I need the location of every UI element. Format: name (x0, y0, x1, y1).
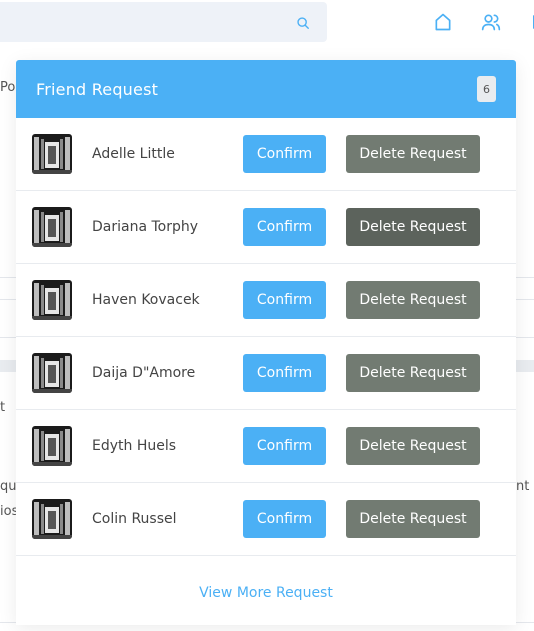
avatar[interactable] (32, 134, 72, 174)
friend-request-row: Haven Kovacek Confirm Delete Request (16, 264, 516, 337)
requester-name[interactable]: Adelle Little (92, 146, 175, 162)
friend-request-dropdown: Friend Request 6 Adelle Little Confirm Del… (16, 60, 516, 625)
background-text: qu (0, 479, 17, 494)
friend-request-list: Adelle Little Confirm Delete Request Darian… (16, 118, 516, 556)
friend-request-header: Friend Request 6 (16, 60, 516, 118)
search-icon[interactable] (296, 16, 310, 30)
background-text: nt (516, 479, 530, 494)
search-input[interactable] (0, 2, 280, 42)
confirm-button[interactable]: Confirm (243, 500, 326, 538)
friend-request-title: Friend Request (36, 79, 159, 99)
menu-icon[interactable] (528, 12, 534, 32)
delete-request-button[interactable]: Delete Request (346, 500, 480, 538)
confirm-button[interactable]: Confirm (243, 354, 326, 392)
confirm-button[interactable]: Confirm (243, 427, 326, 465)
background-text: t (0, 400, 6, 415)
view-more-request-link[interactable]: View More Request (16, 585, 516, 601)
friend-request-row: Adelle Little Confirm Delete Request (16, 118, 516, 191)
search-bar (0, 2, 327, 42)
delete-request-button[interactable]: Delete Request (346, 208, 480, 246)
requester-name[interactable]: Colin Russel (92, 511, 177, 527)
home-icon[interactable] (433, 12, 453, 32)
requester-name[interactable]: Haven Kovacek (92, 292, 200, 308)
requester-name[interactable]: Edyth Huels (92, 438, 176, 454)
request-count-badge: 6 (477, 76, 496, 102)
requester-name[interactable]: Daija D"Amore (92, 365, 195, 381)
friend-request-row: Daija D"Amore Confirm Delete Request (16, 337, 516, 410)
delete-request-button[interactable]: Delete Request (346, 354, 480, 392)
avatar[interactable] (32, 353, 72, 393)
background-text: Po (0, 80, 16, 95)
confirm-button[interactable]: Confirm (243, 208, 326, 246)
delete-request-button[interactable]: Delete Request (346, 135, 480, 173)
friend-request-row: Dariana Torphy Confirm Delete Request (16, 191, 516, 264)
avatar[interactable] (32, 207, 72, 247)
delete-request-button[interactable]: Delete Request (346, 281, 480, 319)
friend-request-row: Edyth Huels Confirm Delete Request (16, 410, 516, 483)
users-icon[interactable] (481, 12, 501, 32)
avatar[interactable] (32, 426, 72, 466)
confirm-button[interactable]: Confirm (243, 281, 326, 319)
avatar[interactable] (32, 280, 72, 320)
top-navbar (0, 0, 534, 60)
requester-name[interactable]: Dariana Torphy (92, 219, 198, 235)
confirm-button[interactable]: Confirm (243, 135, 326, 173)
delete-request-button[interactable]: Delete Request (346, 427, 480, 465)
avatar[interactable] (32, 499, 72, 539)
friend-request-row: Colin Russel Confirm Delete Request (16, 483, 516, 556)
